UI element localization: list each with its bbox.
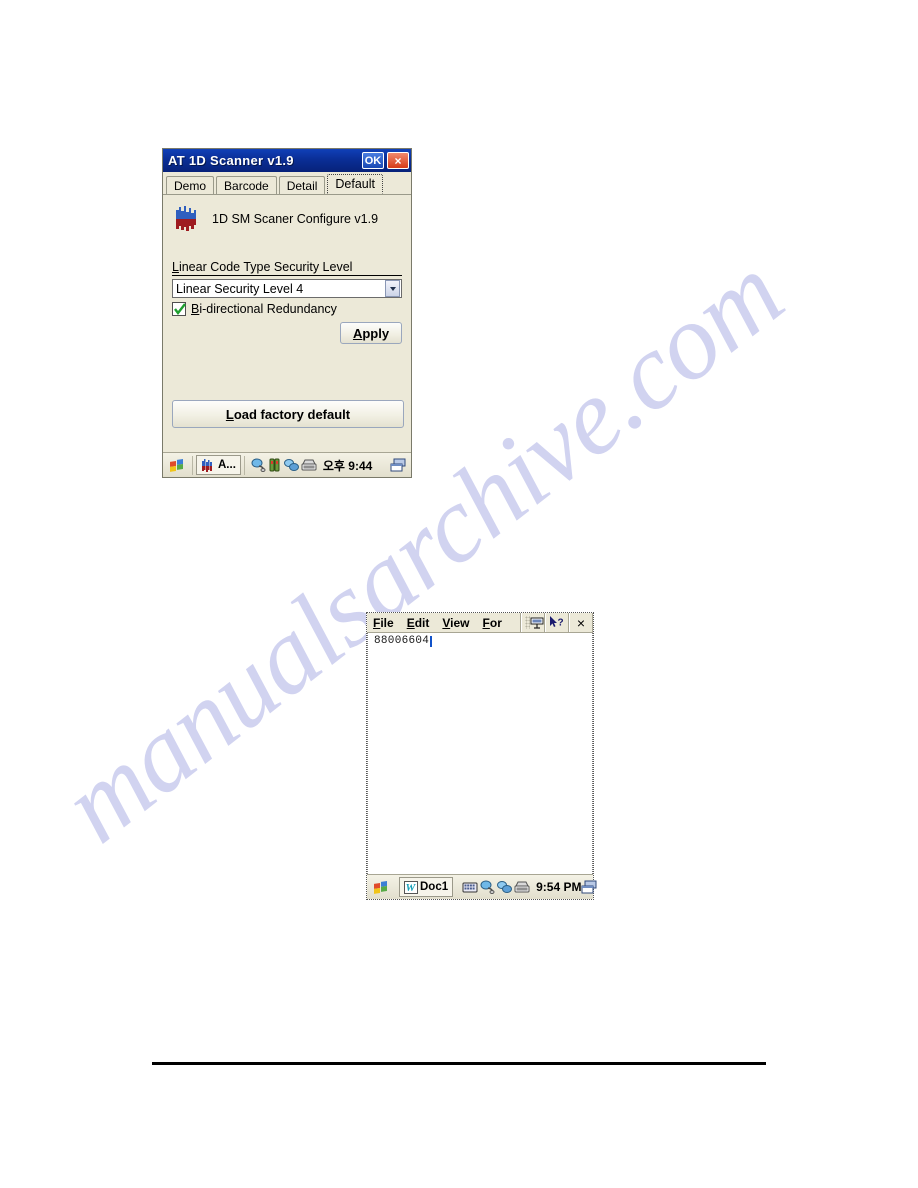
text-caret bbox=[430, 635, 433, 647]
taskbar-divider bbox=[243, 455, 245, 475]
scanner-tabs: Demo Barcode Detail Default bbox=[163, 174, 411, 195]
system-tray: 9:54 PM bbox=[462, 880, 581, 894]
taskbar-switcher[interactable] bbox=[581, 880, 600, 895]
network-connection-icon[interactable] bbox=[480, 880, 495, 894]
checkmark-icon bbox=[174, 303, 186, 315]
taskbar-clock[interactable]: 9:54 PM bbox=[536, 880, 581, 894]
brand-label: 1D SM Scaner Configure v1.9 bbox=[212, 212, 379, 226]
window-switch-icon[interactable] bbox=[581, 880, 598, 895]
help-button[interactable]: ? bbox=[545, 613, 569, 632]
svg-text:?: ? bbox=[558, 618, 564, 629]
soft-keyboard-icon[interactable] bbox=[530, 617, 544, 629]
barcode-wave-icon bbox=[176, 206, 196, 231]
tab-barcode[interactable]: Barcode bbox=[216, 176, 277, 194]
soft-keyboard-icon[interactable] bbox=[462, 881, 478, 894]
svg-text:W: W bbox=[406, 882, 417, 894]
scanner-window-title: AT 1D Scanner v1.9 bbox=[168, 153, 294, 168]
scanner-tab-panel: 1D SM Scaner Configure v1.9 Linear Code … bbox=[163, 195, 411, 428]
tab-demo[interactable]: Demo bbox=[166, 176, 215, 194]
tab-default[interactable]: Default bbox=[327, 174, 384, 194]
ok-button[interactable]: OK bbox=[362, 152, 384, 169]
menu-format[interactable]: For bbox=[483, 616, 502, 630]
wordpad-menubar: File Edit View For ? × bbox=[367, 613, 593, 633]
taskbar-switcher[interactable] bbox=[390, 458, 409, 473]
scanner-window: AT 1D Scanner v1.9 OK × Demo Barcode Det… bbox=[162, 148, 412, 478]
taskbar-divider bbox=[192, 455, 193, 475]
bidirectional-redundancy-row[interactable]: Bi-directional Redundancy bbox=[172, 302, 402, 316]
taskbar-clock[interactable]: 오후 9:44 bbox=[323, 457, 372, 474]
security-level-label: Linear Code Type Security Level bbox=[172, 260, 402, 276]
document-text-line[interactable]: 88006604 bbox=[368, 633, 592, 647]
bidirectional-redundancy-checkbox[interactable] bbox=[172, 302, 186, 316]
network-status-icon[interactable] bbox=[283, 458, 299, 472]
menu-view[interactable]: View bbox=[442, 616, 469, 630]
menu-file[interactable]: File bbox=[373, 616, 394, 630]
taskbar-item-label: Doc1 bbox=[420, 881, 449, 893]
security-level-value: Linear Security Level 4 bbox=[176, 281, 304, 296]
wordpad-menus: File Edit View For bbox=[367, 613, 521, 632]
taskbar-item-doc1[interactable]: W Doc1 bbox=[399, 877, 454, 897]
window-switch-icon[interactable] bbox=[390, 458, 407, 473]
wordpad-window: File Edit View For ? × 88006604 W Doc1 9… bbox=[366, 612, 597, 900]
scanned-barcode-value: 88006604 bbox=[374, 635, 430, 647]
scanner-titlebar: AT 1D Scanner v1.9 OK × bbox=[163, 149, 411, 172]
close-button[interactable]: × bbox=[387, 152, 409, 169]
network-status-icon[interactable] bbox=[497, 880, 513, 894]
help-pointer-icon[interactable]: ? bbox=[549, 616, 565, 629]
keyboard-icon[interactable] bbox=[514, 881, 530, 894]
load-factory-default-button[interactable]: Load factory default bbox=[172, 400, 404, 428]
input-panel-button[interactable] bbox=[521, 613, 545, 632]
close-button[interactable]: × bbox=[569, 613, 593, 632]
chevron-down-icon[interactable] bbox=[385, 280, 400, 297]
battery-icon[interactable] bbox=[268, 458, 282, 472]
apply-button[interactable]: Apply bbox=[340, 322, 402, 344]
document-canvas[interactable]: 88006604 bbox=[367, 633, 593, 874]
scanner-taskbar: A... 오후 9:44 bbox=[163, 452, 411, 477]
keyboard-icon[interactable] bbox=[301, 459, 317, 472]
system-tray: 오후 9:44 bbox=[251, 457, 372, 474]
start-button-icon[interactable] bbox=[167, 456, 187, 475]
start-button-icon[interactable] bbox=[371, 878, 391, 897]
network-connection-icon[interactable] bbox=[251, 458, 266, 472]
wordpad-icon: W bbox=[404, 880, 418, 894]
page-footer-rule bbox=[152, 1062, 766, 1065]
tab-detail[interactable]: Detail bbox=[278, 176, 326, 194]
bidirectional-redundancy-label: Bi-directional Redundancy bbox=[191, 302, 337, 316]
wordpad-taskbar: W Doc1 9:54 PM bbox=[367, 874, 597, 899]
menu-edit[interactable]: Edit bbox=[407, 616, 430, 630]
brand-row: 1D SM Scaner Configure v1.9 bbox=[172, 204, 402, 234]
taskbar-item-label: A... bbox=[218, 459, 236, 471]
security-level-select[interactable]: Linear Security Level 4 bbox=[172, 279, 402, 298]
taskbar-item-scanner[interactable]: A... bbox=[196, 455, 241, 475]
barcode-wave-icon bbox=[202, 458, 212, 472]
